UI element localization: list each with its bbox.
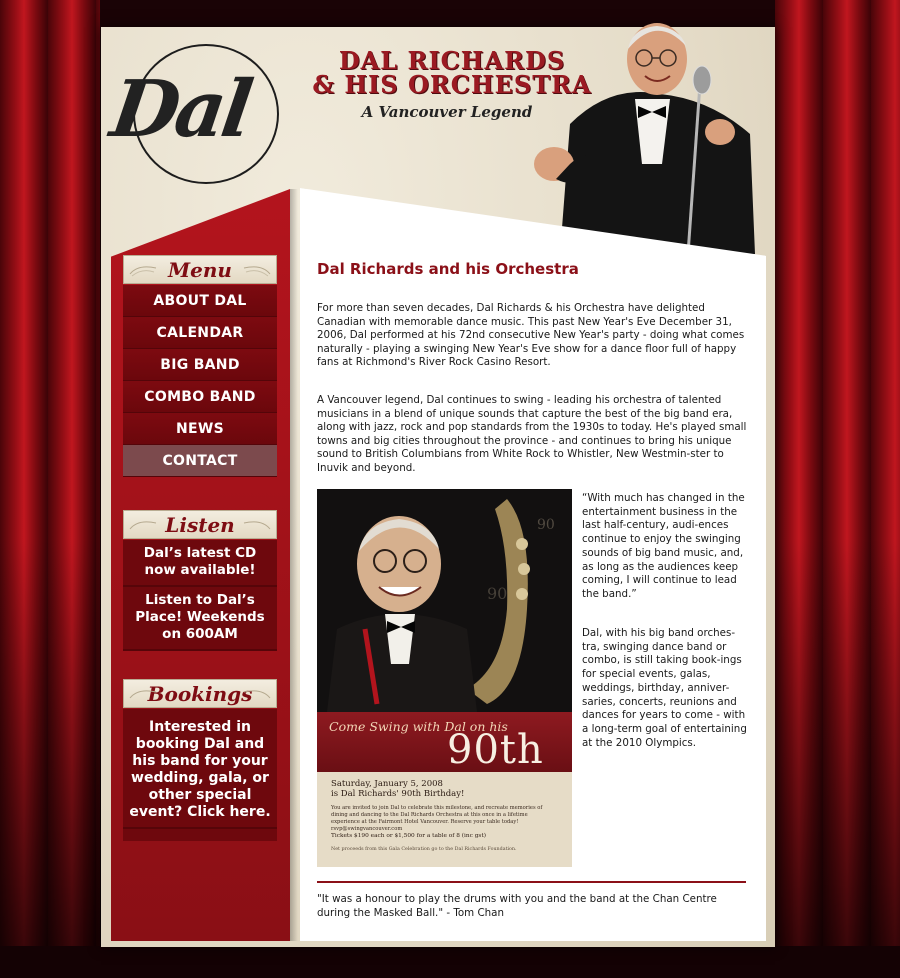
bookings-heading-ribbon: Bookings	[123, 679, 277, 708]
birthday-poster[interactable]: 90 90 Come Swing with Dal on his 90th Sa…	[317, 489, 572, 867]
main-menu: ABOUT DAL CALENDAR BIG BAND COMBO BAND N…	[123, 285, 277, 477]
menu-item-calendar[interactable]: CALENDAR	[123, 317, 277, 349]
flourish-icon	[129, 521, 157, 530]
flourish-icon	[243, 266, 271, 277]
listen-box: Dal’s latest CD now available! Listen to…	[123, 540, 277, 651]
menu-item-big-band[interactable]: BIG BAND	[123, 349, 277, 381]
logo[interactable]: Dal	[106, 64, 309, 155]
bookings-link[interactable]: Interested in booking Dal and his band f…	[123, 709, 277, 829]
flourish-icon	[243, 690, 271, 699]
intro-paragraph: For more than seven decades, Dal Richard…	[317, 302, 745, 369]
divider	[317, 881, 746, 883]
poster-date-line2: is Dal Richards' 90th Birthday!	[331, 789, 465, 799]
listen-heading-ribbon: Listen	[123, 510, 277, 539]
testimonial: "It was a honour to play the drums with …	[317, 893, 717, 919]
poster-fine-print: You are invited to join Dal to celebrate…	[331, 805, 543, 832]
bookings-paragraph: Dal, with his big band orches-tra, swing…	[582, 627, 747, 749]
radio-show-link[interactable]: Listen to Dal’s Place! Weekends on 600AM	[123, 587, 277, 651]
flourish-icon	[129, 690, 157, 699]
bookings-box: Interested in booking Dal and his band f…	[123, 709, 277, 841]
quote-paragraph: “With much has changed in the entertainm…	[582, 492, 745, 600]
menu-item-news[interactable]: NEWS	[123, 413, 277, 445]
page-title: Dal Richards and his Orchestra	[317, 260, 579, 278]
svg-text:90: 90	[487, 584, 507, 603]
poster-date: Saturday, January 5, 2008 is Dal Richard…	[331, 779, 464, 799]
stage-floor	[0, 946, 900, 978]
poster-proceeds: Net proceeds from this Gala Celebration …	[331, 847, 517, 852]
site-subtitle: A Vancouver Legend	[361, 103, 533, 121]
svg-text:90: 90	[537, 517, 555, 533]
poster-date-line1: Saturday, January 5, 2008	[331, 779, 443, 789]
poster-photo: 90 90	[317, 489, 572, 712]
menu-item-about-dal[interactable]: ABOUT DAL	[123, 285, 277, 317]
performer-photo	[534, 23, 755, 254]
flourish-icon	[243, 521, 271, 530]
legend-paragraph: A Vancouver legend, Dal continues to swi…	[317, 394, 747, 474]
poster-tickets: Tickets $190 each or $1,500 for a table …	[331, 833, 486, 839]
menu-item-contact[interactable]: CONTACT	[123, 445, 277, 477]
poster-big-number: 90th	[447, 727, 544, 773]
flourish-icon	[129, 266, 157, 277]
sidebar-shadow	[290, 189, 298, 941]
menu-item-combo-band[interactable]: COMBO BAND	[123, 381, 277, 413]
latest-cd-link[interactable]: Dal’s latest CD now available!	[123, 540, 277, 587]
menu-heading-ribbon: Menu	[123, 255, 277, 284]
